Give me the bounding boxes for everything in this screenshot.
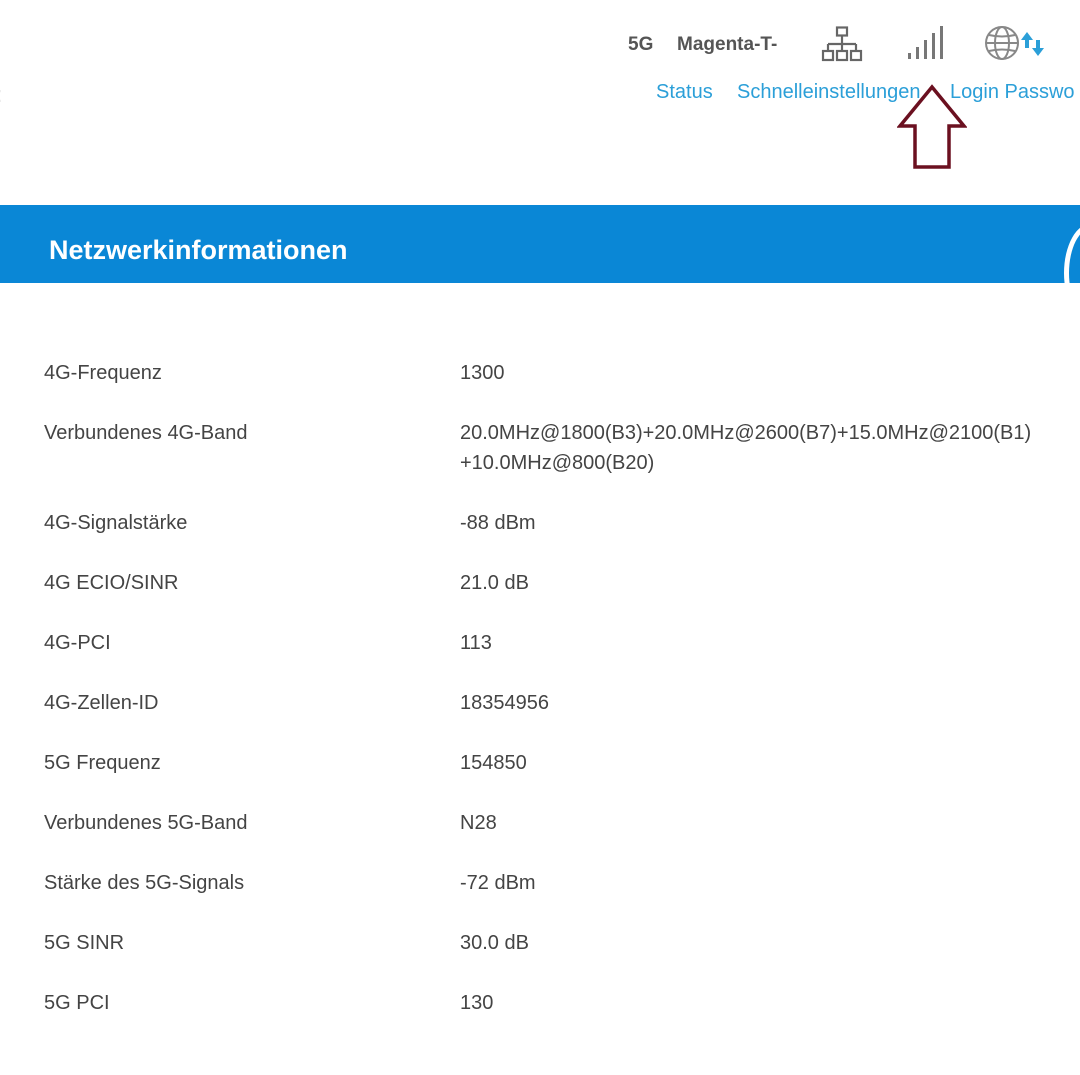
- status-bar: 5G Magenta-T-: [0, 22, 1080, 66]
- info-value: 18354956: [460, 692, 549, 714]
- info-label: Verbundenes 5G-Band: [44, 812, 248, 834]
- network-type: 5G: [628, 34, 654, 55]
- info-row-4g-sinr: 4G ECIO/SINR 21.0 dB: [0, 568, 1080, 628]
- info-label: 4G-Frequenz: [44, 362, 162, 384]
- info-label: 4G-PCI: [44, 632, 111, 654]
- globe-icon: [985, 26, 1019, 60]
- info-value: -72 dBm: [460, 872, 536, 894]
- info-value: N28: [460, 812, 497, 834]
- info-value: 1300: [460, 362, 505, 384]
- info-row-4g-pci: 4G-PCI 113: [0, 628, 1080, 688]
- info-label: 5G SINR: [44, 932, 125, 954]
- info-row-5g-pci: 5G PCI 130: [0, 988, 1080, 1048]
- info-row-4g-frequency: 4G-Frequenz 1300: [0, 358, 1080, 418]
- info-value: 30.0 dB: [460, 932, 529, 954]
- lan-icon[interactable]: [821, 26, 863, 64]
- info-value: 154850: [460, 752, 527, 774]
- info-label: Verbundenes 4G-Band: [44, 422, 248, 444]
- info-row-4g-signal-strength: 4G-Signalstärke -88 dBm: [0, 508, 1080, 568]
- info-label: 5G PCI: [44, 992, 110, 1014]
- info-value: 113: [460, 632, 492, 654]
- nav-login-password-link[interactable]: Login Passwo: [950, 81, 1075, 104]
- nav-quick-settings-link[interactable]: Schnelleinstellungen: [737, 81, 920, 104]
- info-label: 4G ECIO/SINR: [44, 572, 179, 594]
- info-value-line-1: 20.0MHz@1800(B3)+20.0MHz@2600(B7)+15.0MH…: [460, 422, 1032, 444]
- info-value: 20.0MHz@1800(B3)+20.0MHz@2600(B7)+15.0MH…: [460, 418, 1080, 478]
- info-row-5g-band: Verbundenes 5G-Band N28: [0, 808, 1080, 868]
- nav-status-link[interactable]: Status: [656, 81, 713, 104]
- info-value: -88 dBm: [460, 512, 536, 534]
- info-row-5g-frequency: 5G Frequenz 154850: [0, 748, 1080, 808]
- annotation-up-arrow: [897, 84, 967, 169]
- info-value-line-2: +10.0MHz@800(B20): [460, 452, 655, 474]
- section-title: Netzwerkinformationen: [49, 235, 348, 265]
- section-header: Netzwerkinformationen: [0, 205, 1080, 323]
- header-decoration: [1064, 223, 1080, 323]
- info-value: 130: [460, 992, 494, 1014]
- info-label: 5G Frequenz: [44, 752, 161, 774]
- info-label: 4G-Signalstärke: [44, 512, 188, 534]
- info-label: Stärke des 5G-Signals: [44, 872, 245, 894]
- info-row-4g-band: Verbundenes 4G-Band 20.0MHz@1800(B3)+20.…: [0, 418, 1080, 508]
- data-transfer-icon: [1021, 32, 1044, 56]
- info-row-5g-sinr: 5G SINR 30.0 dB: [0, 928, 1080, 988]
- operator-name: Magenta-T-: [677, 34, 778, 55]
- info-row-5g-signal-strength: Stärke des 5G-Signals -72 dBm: [0, 868, 1080, 928]
- signal-strength-icon: [908, 26, 943, 59]
- info-row-4g-cell-id: 4G-Zellen-ID 18354956: [0, 688, 1080, 748]
- info-value: 21.0 dB: [460, 572, 529, 594]
- info-label: 4G-Zellen-ID: [44, 692, 159, 714]
- network-info-table: 4G-Frequenz 1300 Verbundenes 4G-Band 20.…: [0, 358, 1080, 1048]
- router-web-page: : 5G Magenta-T-: [0, 0, 1080, 1075]
